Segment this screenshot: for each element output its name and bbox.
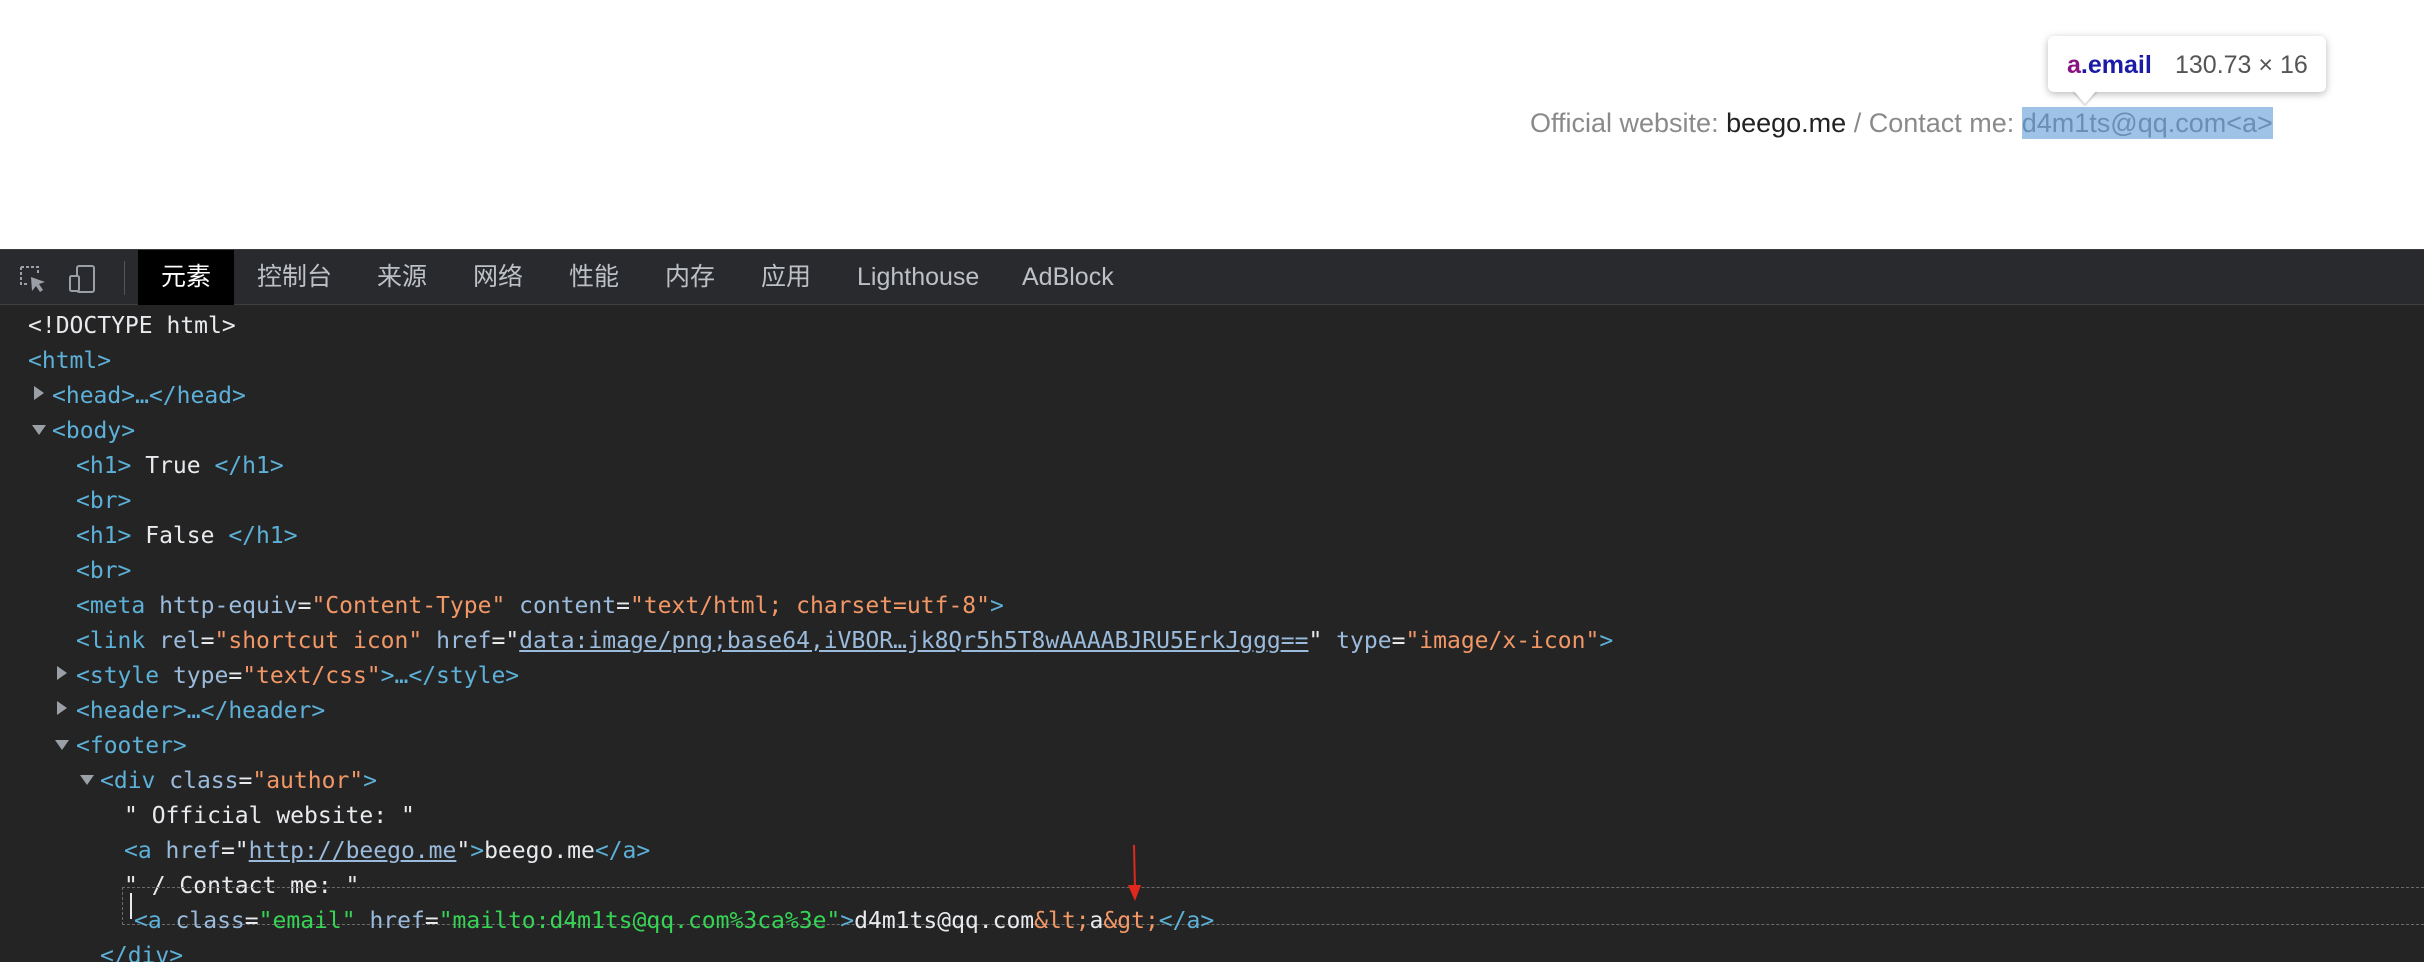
tree-node-h1[interactable]: <h1> True </h1> [76, 449, 284, 484]
tab-elements[interactable]: 元素 [138, 250, 234, 305]
expand-icon[interactable] [57, 666, 67, 680]
email-link[interactable]: d4m1ts@qq.com<a> [2021, 107, 2273, 139]
beego-link[interactable]: http://beego.me [249, 838, 457, 864]
favicon-data-link[interactable]: data:image/png;base64,iVBOR…jk8Qr5h5T8wA… [519, 628, 1308, 654]
devtools-toolbar: 元素 控制台 来源 网络 性能 内存 应用 Lighthouse AdBlock [0, 250, 2424, 305]
element-inspect-tooltip: a.email 130.73 × 16 [2048, 36, 2326, 92]
tooltip-dimensions: 130.73 × 16 [2175, 51, 2308, 79]
tree-node-head[interactable]: <head>…</head> [52, 379, 246, 414]
official-website-label: Official website: [1530, 108, 1727, 138]
collapse-icon[interactable] [32, 425, 46, 435]
text-caret [130, 893, 132, 919]
tab-adblock[interactable]: AdBlock [1022, 250, 1114, 305]
tab-console[interactable]: 控制台 [257, 250, 332, 305]
tab-lighthouse[interactable]: Lighthouse [857, 250, 979, 305]
expand-icon[interactable] [57, 701, 67, 715]
collapse-icon[interactable] [55, 740, 69, 750]
elements-tree: <!DOCTYPE html> <html> <head>…</head> <b… [0, 305, 2424, 962]
tree-node-header[interactable]: <header>…</header> [76, 694, 325, 729]
tree-node-a-website[interactable]: <a href="http://beego.me">beego.me</a> [124, 834, 650, 869]
tree-node-br[interactable]: <br> [76, 484, 131, 519]
expand-icon[interactable] [34, 386, 44, 400]
tree-node-br[interactable]: <br> [76, 554, 131, 589]
author-footer: Official website: beego.me / Contact me:… [1530, 107, 2273, 139]
website-link[interactable]: beego.me [1726, 108, 1846, 138]
rendered-page: a.email 130.73 × 16 Official website: be… [0, 0, 2424, 249]
devtools-panel: 元素 控制台 来源 网络 性能 内存 应用 Lighthouse AdBlock… [0, 249, 2424, 962]
tooltip-pointer [2073, 90, 2097, 104]
device-toggle-icon[interactable] [68, 264, 98, 294]
tree-node-div-author[interactable]: <div class="author"> [100, 764, 377, 799]
tree-node-a-email[interactable]: <a class="email" href="mailto:d4m1ts@qq.… [134, 904, 1214, 939]
contact-label: / Contact me: [1846, 108, 2022, 138]
tree-node-body[interactable]: <body> [52, 414, 135, 449]
tree-node-html[interactable]: <html> [28, 344, 111, 379]
tree-text-node[interactable]: " Official website: " [124, 799, 415, 834]
tree-node-link[interactable]: <link rel="shortcut icon" href="data:ima… [76, 624, 1613, 659]
tab-application[interactable]: 应用 [761, 250, 811, 305]
tree-node-h1[interactable]: <h1> False </h1> [76, 519, 298, 554]
tab-sources[interactable]: 来源 [377, 250, 427, 305]
tree-node-div-close[interactable]: </div> [100, 939, 183, 962]
tree-node-style[interactable]: <style type="text/css">…</style> [76, 659, 519, 694]
tab-memory[interactable]: 内存 [665, 250, 715, 305]
tab-network[interactable]: 网络 [473, 250, 523, 305]
inspect-element-icon[interactable] [18, 264, 48, 294]
tab-performance[interactable]: 性能 [569, 250, 619, 305]
tree-node-doctype[interactable]: <!DOCTYPE html> [28, 309, 236, 344]
tooltip-selector: a.email [2067, 51, 2152, 79]
tree-node-footer[interactable]: <footer> [76, 729, 187, 764]
collapse-icon[interactable] [80, 775, 94, 785]
tree-node-meta[interactable]: <meta http-equiv="Content-Type" content=… [76, 589, 1004, 624]
annotation-arrow-icon [1128, 845, 1141, 901]
toolbar-divider [124, 261, 125, 295]
